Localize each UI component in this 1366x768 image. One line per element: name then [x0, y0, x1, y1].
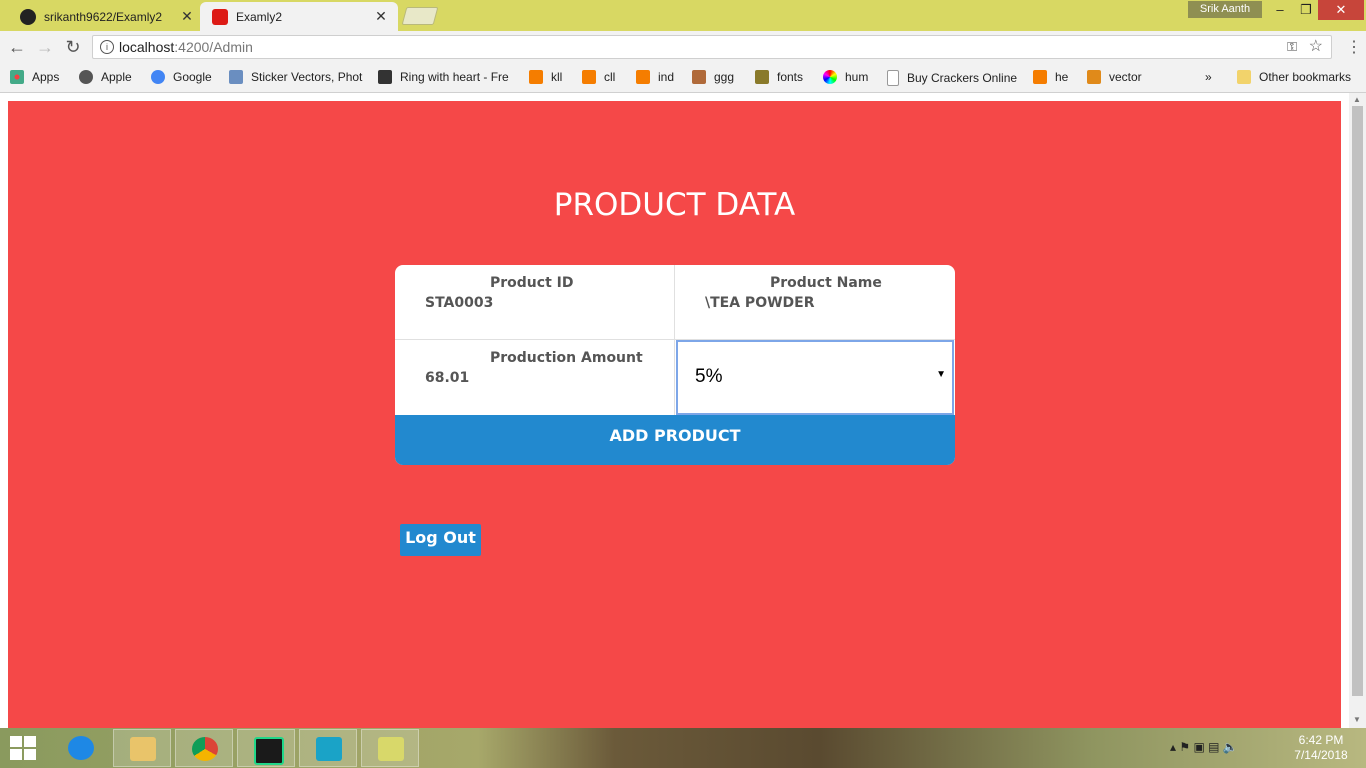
product-id-label: Product ID: [490, 275, 574, 291]
close-tab-icon[interactable]: ✕: [372, 8, 390, 25]
scrollbar-thumb[interactable]: [1352, 106, 1363, 696]
google-icon: [151, 70, 165, 84]
product-id-value: STA0003: [425, 295, 494, 311]
github-icon: [20, 8, 36, 25]
discount-select[interactable]: 5% ▼: [676, 340, 954, 415]
bookmarks-overflow[interactable]: »: [1205, 70, 1212, 84]
url-host: localhost: [119, 39, 175, 55]
production-amount-field: Production Amount 68.01: [395, 340, 675, 415]
v-icon: [1087, 70, 1101, 84]
tab-title: Examly2: [236, 9, 283, 24]
scroll-down-icon[interactable]: ▼: [1353, 715, 1361, 724]
blogger-icon: [582, 70, 596, 84]
bookmark-cll[interactable]: cll: [582, 70, 615, 84]
browser-toolbar: ← → ↻ i localhost:4200/Admin ⚿ ☆ ⋮: [0, 31, 1366, 63]
new-tab-button[interactable]: [401, 7, 439, 25]
blogger-icon: [1033, 70, 1047, 84]
image-icon: [229, 70, 243, 84]
add-product-button[interactable]: ADD PRODUCT: [395, 415, 955, 465]
clock-date: 7/14/2018: [1294, 748, 1348, 762]
windows-start-icon[interactable]: [10, 736, 38, 760]
font-icon: [755, 70, 769, 84]
forward-icon[interactable]: →: [34, 36, 56, 58]
close-tab-icon[interactable]: ✕: [178, 8, 196, 25]
color-wheel-icon: [823, 70, 837, 84]
tab-title: srikanth9622/Examly2: [44, 9, 163, 24]
taskbar-clock[interactable]: 6:42 PM 7/14/2018: [1286, 733, 1356, 763]
back-icon[interactable]: ←: [6, 36, 28, 58]
system-tray[interactable]: ▴ ⚑ ▣ ▤ 🔈: [1170, 740, 1238, 754]
apple-icon: [79, 70, 93, 84]
internet-explorer-icon[interactable]: [52, 729, 110, 767]
folder-icon: [1237, 70, 1251, 84]
sticky-notes-icon[interactable]: [361, 729, 419, 767]
product-name-field: Product Name \TEA POWDER: [675, 265, 955, 340]
bookmark-he[interactable]: he: [1033, 70, 1068, 84]
chrome-icon[interactable]: [175, 729, 233, 767]
product-form-card: Product ID STA0003 Product Name \TEA POW…: [395, 265, 955, 465]
profile-button[interactable]: Srik Aanth: [1188, 1, 1262, 18]
bookmark-apple[interactable]: Apple: [79, 70, 132, 84]
bookmark-google[interactable]: Google: [151, 70, 212, 84]
discount-select-value: 5%: [695, 366, 723, 387]
bookmarks-bar: Apps Apple Google Sticker Vectors, Phot …: [0, 63, 1366, 93]
bookmark-sticker-vectors[interactable]: Sticker Vectors, Phot: [229, 70, 362, 84]
tab-github[interactable]: srikanth9622/Examly2 ✕: [8, 2, 204, 31]
menu-icon[interactable]: ⋮: [1346, 37, 1362, 57]
product-name-label: Product Name: [770, 275, 882, 291]
file-explorer-icon[interactable]: [113, 729, 171, 767]
info-icon[interactable]: i: [100, 40, 114, 54]
camera-app-icon[interactable]: [299, 729, 357, 767]
bookmark-ggg[interactable]: ggg: [692, 70, 734, 84]
bookmark-vector[interactable]: vector: [1087, 70, 1142, 84]
blogger-icon: [529, 70, 543, 84]
key-icon[interactable]: ⚿: [1287, 36, 1297, 58]
page-title: PRODUCT DATA: [553, 187, 796, 223]
product-id-field: Product ID STA0003: [395, 265, 675, 340]
bookmark-apps[interactable]: Apps: [10, 70, 59, 84]
webstorm-icon[interactable]: [237, 729, 295, 767]
window-close-icon[interactable]: ✕: [1318, 0, 1364, 20]
page-body: PRODUCT DATA Product ID STA0003 Product …: [8, 101, 1341, 728]
bookmark-buy-crackers[interactable]: Buy Crackers Online: [887, 70, 1017, 86]
site-icon: [692, 70, 706, 84]
bookmark-fonts[interactable]: fonts: [755, 70, 803, 84]
logout-button[interactable]: Log Out: [400, 524, 481, 556]
url-text: localhost:4200/Admin: [119, 36, 253, 58]
browser-titlebar: srikanth9622/Examly2 ✕ Examly2 ✕ Srik Aa…: [0, 0, 1366, 31]
bookmark-ring-with-heart[interactable]: Ring with heart - Fre: [378, 70, 509, 84]
bookmark-ind[interactable]: ind: [636, 70, 674, 84]
blogger-icon: [636, 70, 650, 84]
production-amount-value: 68.01: [425, 370, 470, 386]
windows-taskbar: ▴ ⚑ ▣ ▤ 🔈 6:42 PM 7/14/2018: [0, 728, 1366, 768]
product-name-value: \TEA POWDER: [705, 295, 815, 311]
caret-down-icon: ▼: [936, 369, 946, 380]
scroll-up-icon[interactable]: ▲: [1353, 95, 1361, 104]
url-path: :4200/Admin: [174, 39, 253, 55]
bookmark-star-icon[interactable]: ☆: [1309, 36, 1323, 58]
other-bookmarks[interactable]: Other bookmarks: [1237, 70, 1351, 84]
page-icon: [887, 70, 899, 86]
address-bar[interactable]: i localhost:4200/Admin ⚿ ☆: [92, 35, 1332, 59]
tab-examly2[interactable]: Examly2 ✕: [200, 2, 398, 31]
vector-icon: [378, 70, 392, 84]
production-amount-label: Production Amount: [490, 350, 643, 366]
clock-time: 6:42 PM: [1298, 733, 1344, 747]
page-scrollbar[interactable]: ▲ ▼: [1349, 93, 1366, 728]
angular-icon: [212, 8, 228, 25]
apps-grid-icon: [10, 70, 24, 84]
reload-icon[interactable]: ↻: [62, 36, 84, 58]
page-viewport: PRODUCT DATA Product ID STA0003 Product …: [0, 93, 1366, 728]
bookmark-hum[interactable]: hum: [823, 70, 868, 84]
bookmark-kll[interactable]: kll: [529, 70, 562, 84]
